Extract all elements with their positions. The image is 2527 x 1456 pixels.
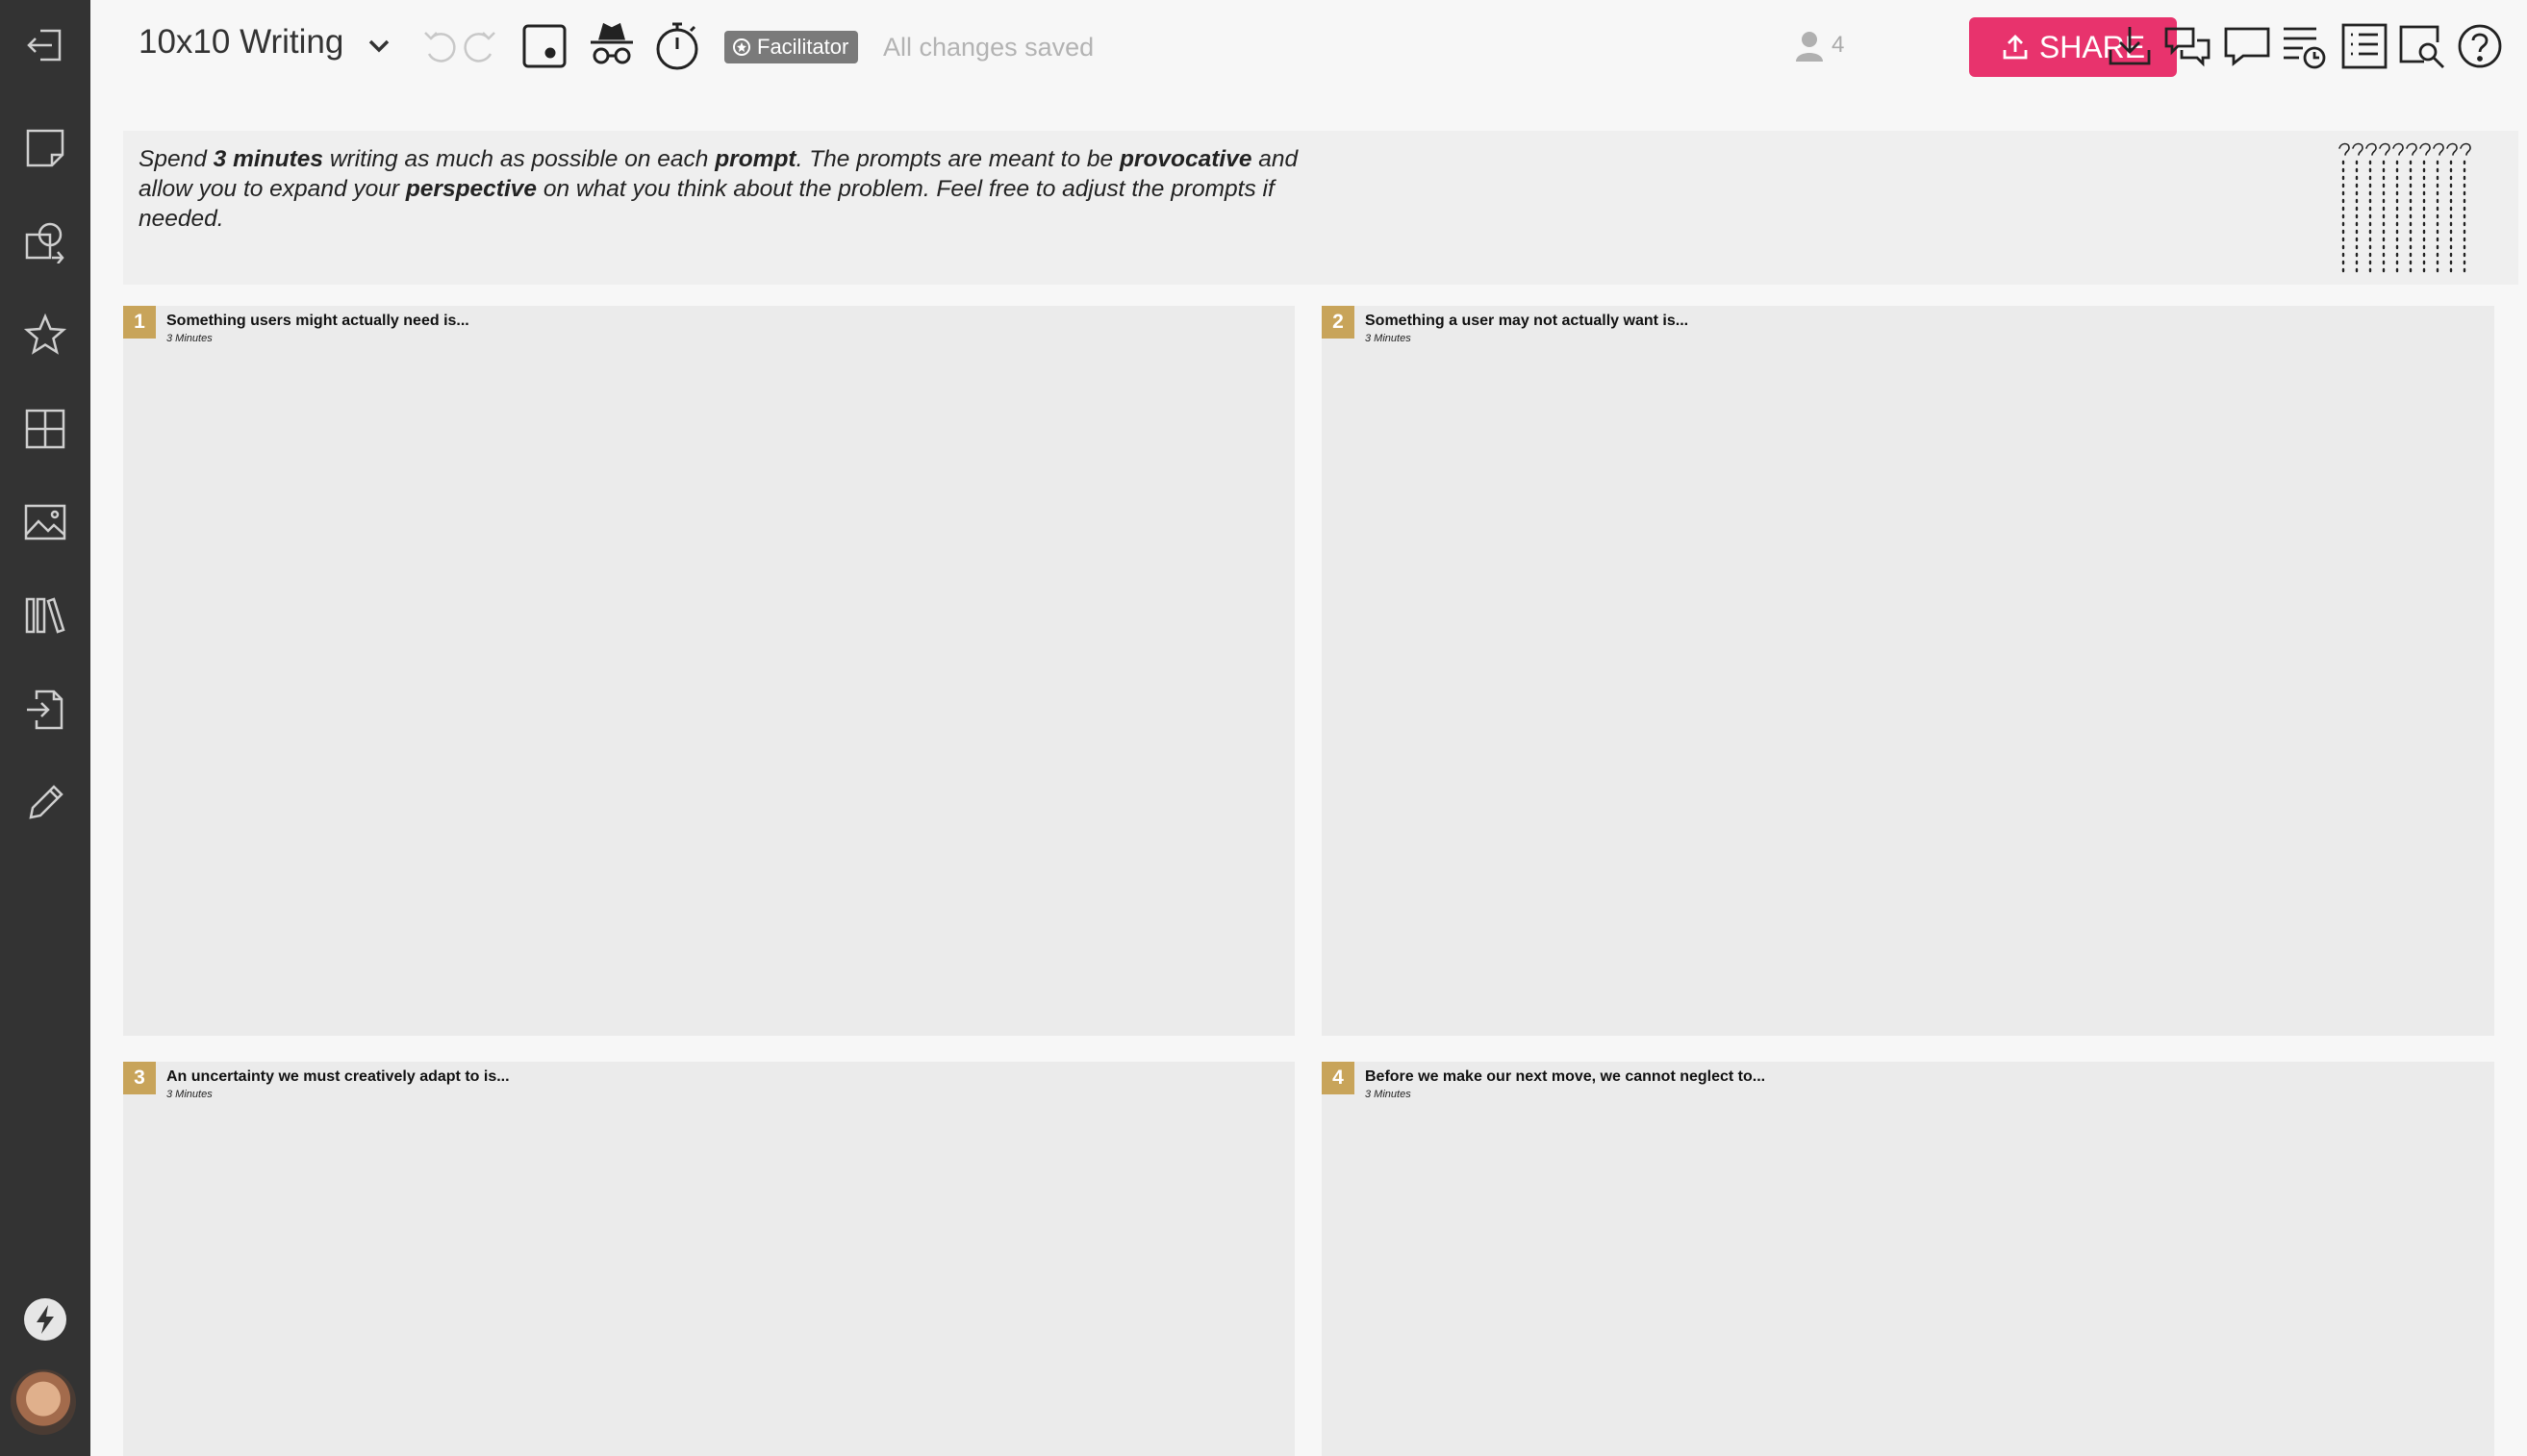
instr-segment-bold: provocative (1119, 146, 1252, 172)
instr-segment: Spend (139, 146, 214, 172)
panel-title: Something users might actually need is..… (166, 313, 469, 329)
instructions-text: Spend 3 minutes writing as much as possi… (139, 144, 1312, 234)
panel-title: Before we make our next move, we cannot … (1365, 1068, 1766, 1085)
panel-number: 4 (1322, 1062, 1354, 1094)
instr-segment-bold: 3 minutes (213, 146, 324, 172)
help-icon[interactable] (2453, 19, 2507, 73)
top-bar: 10x10 Writing Facilitator All changes sa… (90, 0, 2527, 92)
question-marks-illustration (2338, 142, 2471, 277)
search-board-icon[interactable] (2395, 19, 2449, 73)
redo-icon[interactable] (452, 19, 506, 73)
panel-duration: 3 Minutes (1365, 1089, 1411, 1100)
prompt-panel-3[interactable]: 3 An uncertainty we must creatively adap… (123, 1062, 1295, 1456)
user-count: 4 (1832, 32, 1845, 58)
left-sidebar (0, 0, 90, 1456)
download-icon[interactable] (2103, 19, 2157, 73)
facilitator-badge[interactable]: Facilitator (724, 31, 859, 63)
panel-title: Something a user may not actually want i… (1365, 313, 1689, 329)
prompt-panel-1[interactable]: 1 Something users might actually need is… (123, 306, 1295, 1036)
panel-number: 2 (1322, 306, 1354, 339)
exit-icon[interactable] (16, 16, 74, 74)
instr-segment: writing as much as possible on each (323, 146, 716, 172)
shapes-icon[interactable] (16, 213, 74, 270)
user-avatar[interactable] (11, 1369, 76, 1435)
upload-icon (2003, 35, 2028, 60)
panel-duration: 3 Minutes (1365, 333, 1411, 344)
library-icon[interactable] (16, 587, 74, 644)
image-icon[interactable] (16, 493, 74, 551)
chevron-down-icon[interactable] (362, 29, 396, 63)
board-title[interactable]: 10x10 Writing (139, 23, 343, 62)
panel-number: 3 (123, 1062, 156, 1094)
private-mode-icon[interactable] (585, 19, 639, 73)
history-icon[interactable] (2278, 19, 2332, 73)
comment-icon[interactable] (2220, 19, 2274, 73)
outline-list-icon[interactable] (2337, 19, 2391, 73)
save-status: All changes saved (883, 33, 1095, 62)
chat-icon[interactable] (2161, 19, 2214, 73)
sticky-note-icon[interactable] (16, 119, 74, 177)
import-icon[interactable] (16, 681, 74, 739)
presentation-mode-icon[interactable] (518, 19, 571, 73)
instr-segment-bold: prompt (715, 146, 796, 172)
instr-segment-bold: perspective (405, 176, 538, 202)
pencil-icon[interactable] (16, 774, 74, 832)
facilitator-label: Facilitator (757, 35, 849, 59)
user-icon (1796, 32, 1823, 62)
prompt-panel-4[interactable]: 4 Before we make our next move, we canno… (1322, 1062, 2494, 1456)
facilitator-icon (733, 38, 750, 56)
lightning-icon[interactable] (16, 1291, 74, 1348)
instr-segment: . The prompts are meant to be (796, 146, 1120, 172)
timer-icon[interactable] (650, 19, 704, 73)
grid-icon[interactable] (16, 400, 74, 458)
instructions-box[interactable]: Spend 3 minutes writing as much as possi… (123, 131, 2518, 285)
panel-title: An uncertainty we must creatively adapt … (166, 1068, 510, 1085)
prompt-panel-2[interactable]: 2 Something a user may not actually want… (1322, 306, 2494, 1036)
star-icon[interactable] (16, 306, 74, 364)
panel-duration: 3 Minutes (166, 333, 213, 344)
panel-duration: 3 Minutes (166, 1089, 213, 1100)
panel-number: 1 (123, 306, 156, 339)
online-users[interactable]: 4 (1793, 29, 1844, 62)
